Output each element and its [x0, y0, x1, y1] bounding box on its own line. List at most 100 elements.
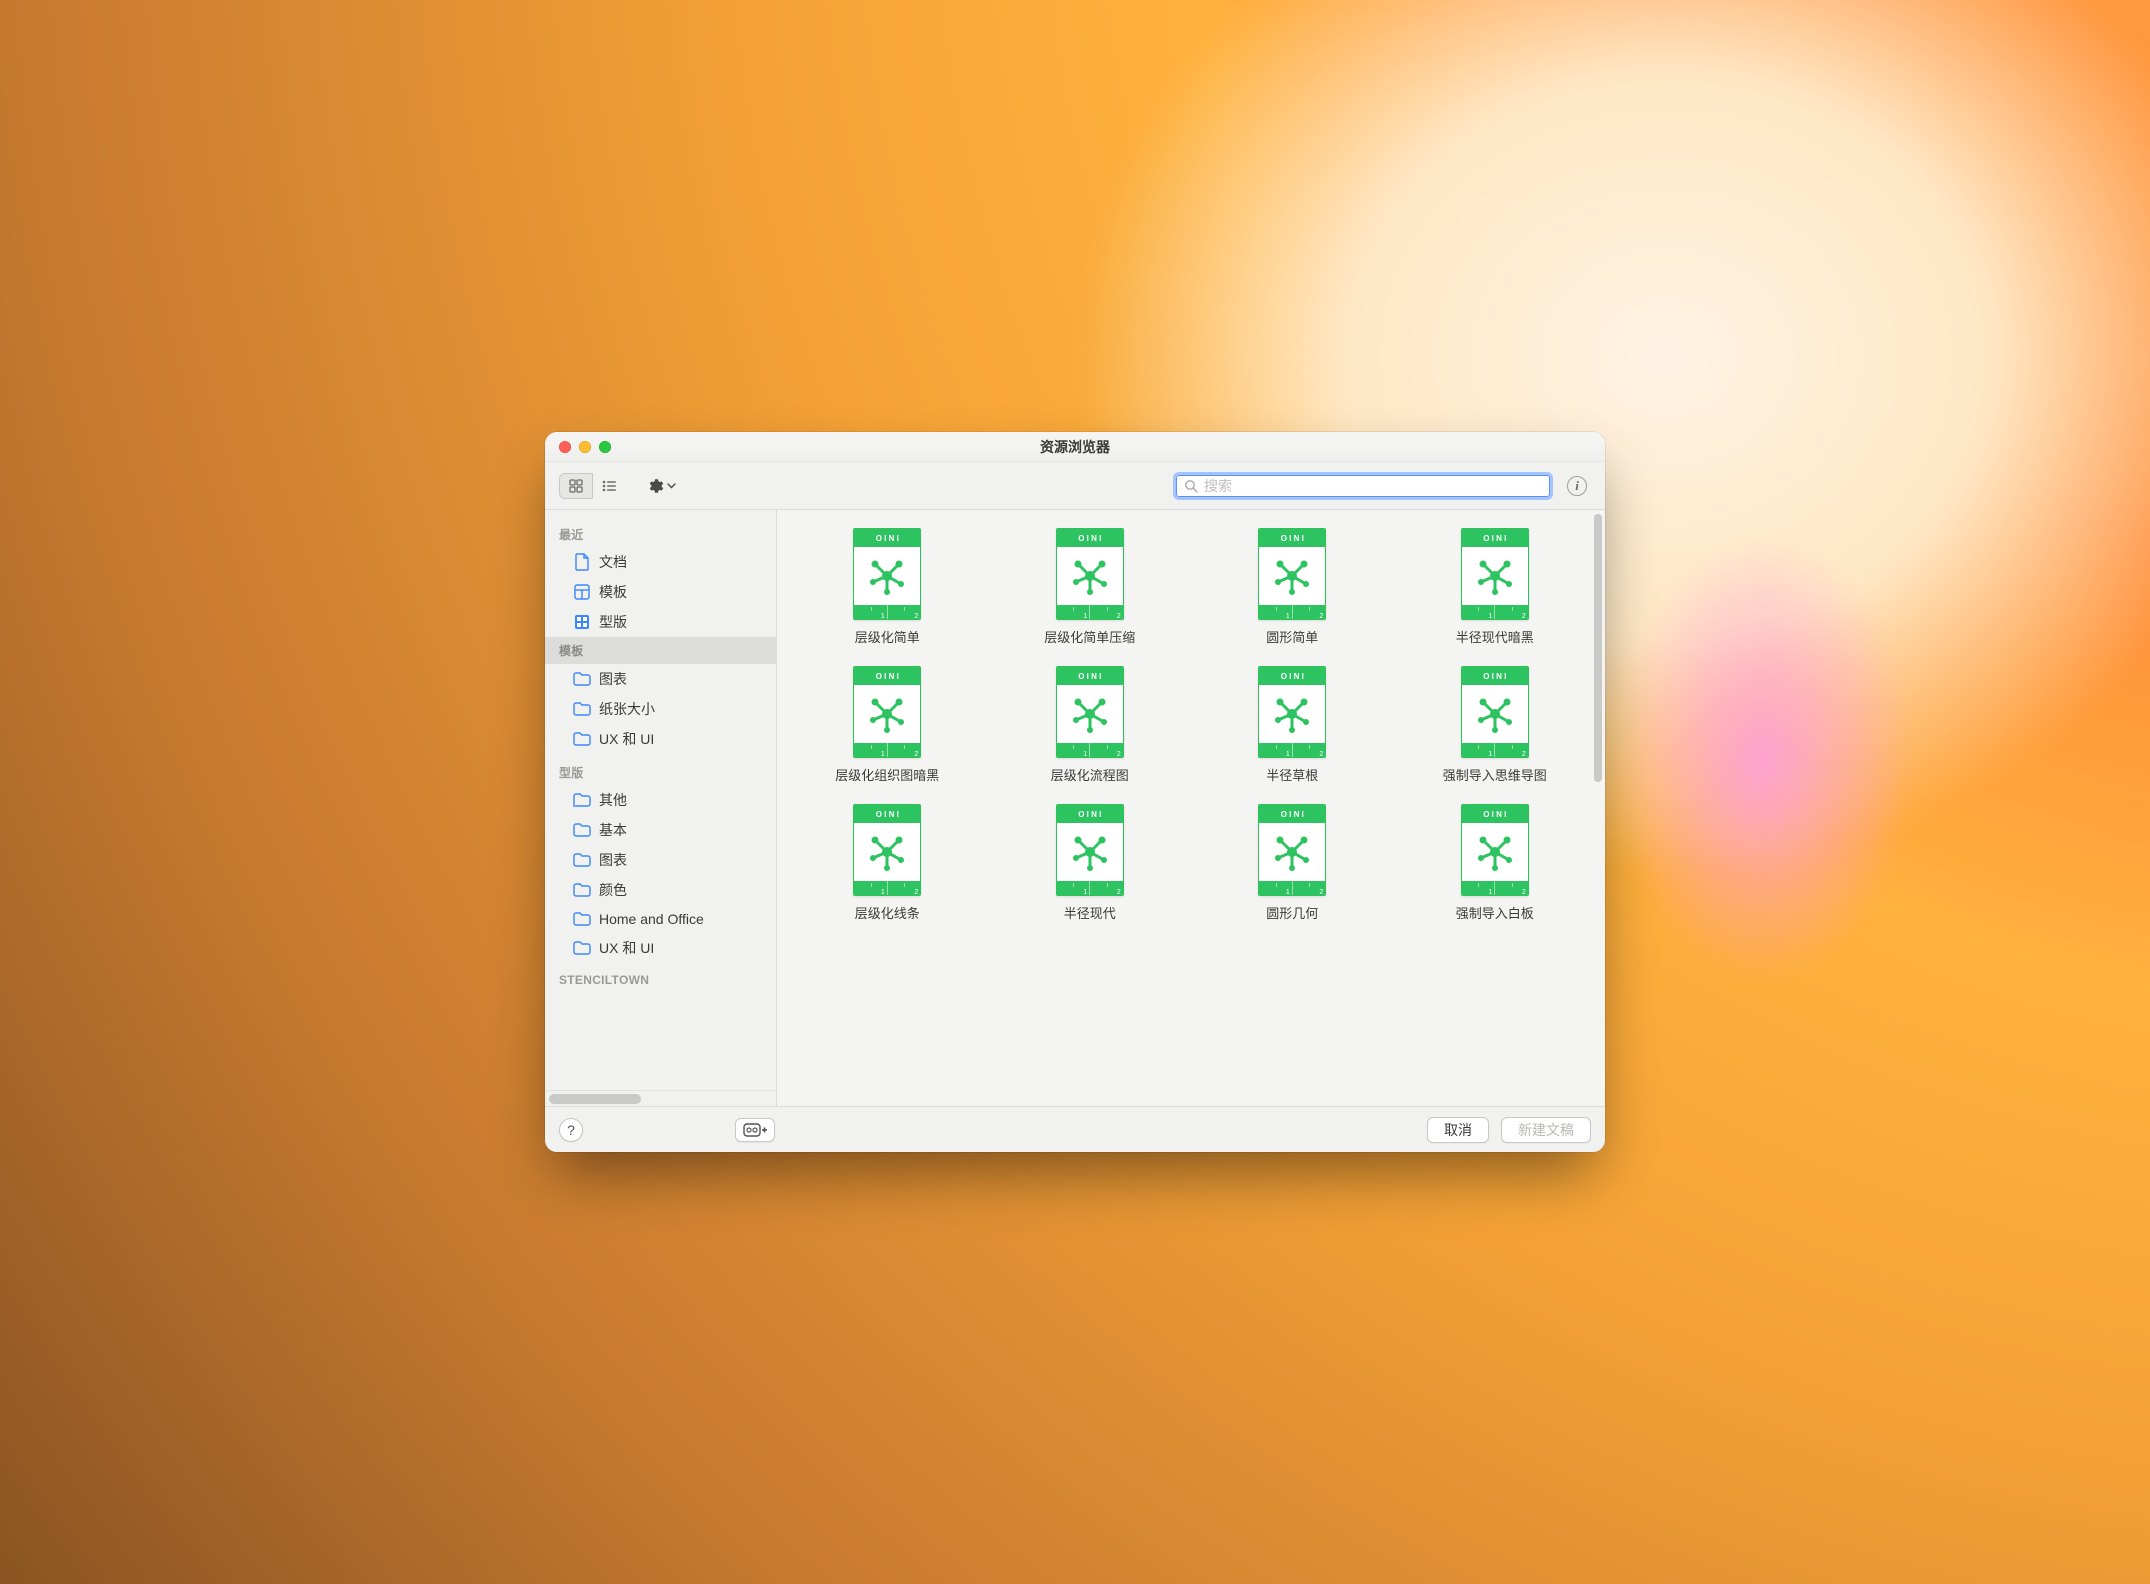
template-label: 强制导入白板	[1456, 903, 1534, 922]
cancel-button[interactable]: 取消	[1427, 1117, 1489, 1143]
template-thumbnail	[1258, 804, 1326, 896]
close-window-button[interactable]	[559, 441, 571, 453]
sidebar-item-ux-ui-2[interactable]: UX 和 UI	[545, 933, 776, 963]
footer: ? 取消 新建文稿	[545, 1106, 1605, 1152]
template-item[interactable]: 半径现代	[994, 804, 1187, 922]
sidebar-item-label: 型版	[599, 612, 627, 632]
search-icon	[1184, 479, 1198, 493]
template-thumbnail	[1258, 528, 1326, 620]
template-item[interactable]: 层级化线条	[791, 804, 984, 922]
content-vscrollbar[interactable]	[1594, 514, 1602, 782]
window-controls	[545, 441, 611, 453]
sidebar-item-charts-2[interactable]: 图表	[545, 845, 776, 875]
template-label: 半径草根	[1266, 765, 1318, 784]
sidebar-item-label: Home and Office	[599, 911, 704, 927]
template-item[interactable]: 半径现代暗黑	[1399, 528, 1592, 646]
stencil-icon	[573, 613, 591, 631]
template-item[interactable]: 圆形几何	[1196, 804, 1389, 922]
template-label: 层级化简单压缩	[1044, 627, 1135, 646]
sidebar-item-label: 文档	[599, 552, 627, 572]
view-mode-toggle	[559, 473, 626, 499]
template-thumbnail	[853, 666, 921, 758]
info-icon: i	[1567, 476, 1587, 496]
chevron-down-icon	[667, 483, 676, 489]
template-item[interactable]: 层级化简单	[791, 528, 984, 646]
template-item[interactable]: 半径草根	[1196, 666, 1389, 784]
template-label: 层级化简单	[855, 627, 920, 646]
add-stencil-button[interactable]	[735, 1118, 775, 1142]
list-view-button[interactable]	[592, 473, 626, 499]
template-label: 圆形简单	[1266, 627, 1318, 646]
sidebar-item-label: 颜色	[599, 880, 627, 900]
sidebar-item-home-office[interactable]: Home and Office	[545, 905, 776, 933]
folder-icon	[573, 939, 591, 957]
template-grid: 层级化简单 层级化简单压缩 圆形简单 半径现代暗黑 层级化组织图暗黑	[791, 528, 1591, 922]
sidebar-item-label: 纸张大小	[599, 699, 655, 719]
sidebar-hscrollbar[interactable]	[545, 1090, 776, 1106]
resource-browser-window: 资源浏览器 i 最近 文档	[545, 432, 1605, 1152]
folder-icon	[573, 881, 591, 899]
section-stencils: 型版	[545, 754, 776, 785]
sidebar-item-label: 图表	[599, 669, 627, 689]
sidebar-item-stencils[interactable]: 型版	[545, 607, 776, 637]
minimize-window-button[interactable]	[579, 441, 591, 453]
sidebar-item-documents[interactable]: 文档	[545, 547, 776, 577]
template-item[interactable]: 层级化流程图	[994, 666, 1187, 784]
help-button[interactable]: ?	[559, 1118, 583, 1142]
template-thumbnail	[853, 528, 921, 620]
template-thumbnail	[1056, 666, 1124, 758]
template-label: 半径现代暗黑	[1456, 627, 1534, 646]
sidebar-item-label: UX 和 UI	[599, 729, 654, 749]
grid-view-button[interactable]	[559, 473, 593, 499]
sidebar-item-colors[interactable]: 颜色	[545, 875, 776, 905]
template-label: 半径现代	[1064, 903, 1116, 922]
template-item[interactable]: 层级化组织图暗黑	[791, 666, 984, 784]
template-thumbnail	[1461, 804, 1529, 896]
sidebar-item-paper-sizes[interactable]: 纸张大小	[545, 694, 776, 724]
template-thumbnail	[1056, 804, 1124, 896]
template-thumbnail	[1461, 528, 1529, 620]
section-templates[interactable]: 模板	[545, 637, 776, 664]
gear-icon	[646, 477, 664, 495]
folder-icon	[573, 821, 591, 839]
document-icon	[573, 553, 591, 571]
toolbar: i	[545, 462, 1605, 510]
template-label: 层级化流程图	[1051, 765, 1129, 784]
template-item[interactable]: 强制导入思维导图	[1399, 666, 1592, 784]
search-field[interactable]	[1173, 472, 1553, 500]
window-title: 资源浏览器	[545, 437, 1605, 457]
folder-icon	[573, 851, 591, 869]
template-item[interactable]: 圆形简单	[1196, 528, 1389, 646]
template-item[interactable]: 层级化简单压缩	[994, 528, 1187, 646]
sidebar-item-templates[interactable]: 模板	[545, 577, 776, 607]
folder-icon	[573, 791, 591, 809]
sidebar-item-charts[interactable]: 图表	[545, 664, 776, 694]
section-stenciltown: STENCILTOWN	[545, 963, 776, 991]
sidebar: 最近 文档 模板 型版 模板 图表 纸张大小	[545, 510, 777, 1106]
sidebar-item-label: 模板	[599, 582, 627, 602]
info-button[interactable]: i	[1563, 472, 1591, 500]
folder-icon	[573, 730, 591, 748]
sidebar-item-label: 图表	[599, 850, 627, 870]
search-input[interactable]	[1204, 478, 1542, 494]
template-item[interactable]: 强制导入白板	[1399, 804, 1592, 922]
template-icon	[573, 583, 591, 601]
titlebar: 资源浏览器	[545, 432, 1605, 462]
sidebar-item-ux-ui[interactable]: UX 和 UI	[545, 724, 776, 754]
grid-view-icon	[569, 479, 583, 493]
template-label: 层级化线条	[855, 903, 920, 922]
template-label: 圆形几何	[1266, 903, 1318, 922]
new-document-button[interactable]: 新建文稿	[1501, 1117, 1591, 1143]
folder-icon	[573, 910, 591, 928]
body: 最近 文档 模板 型版 模板 图表 纸张大小	[545, 510, 1605, 1106]
template-thumbnail	[853, 804, 921, 896]
sidebar-item-basic[interactable]: 基本	[545, 815, 776, 845]
settings-menu-button[interactable]	[642, 473, 680, 499]
template-label: 强制导入思维导图	[1443, 765, 1547, 784]
template-thumbnail	[1461, 666, 1529, 758]
template-grid-panel: 层级化简单 层级化简单压缩 圆形简单 半径现代暗黑 层级化组织图暗黑	[777, 510, 1605, 1106]
sidebar-item-other[interactable]: 其他	[545, 785, 776, 815]
zoom-window-button[interactable]	[599, 441, 611, 453]
folder-icon	[573, 700, 591, 718]
template-label: 层级化组织图暗黑	[835, 765, 939, 784]
